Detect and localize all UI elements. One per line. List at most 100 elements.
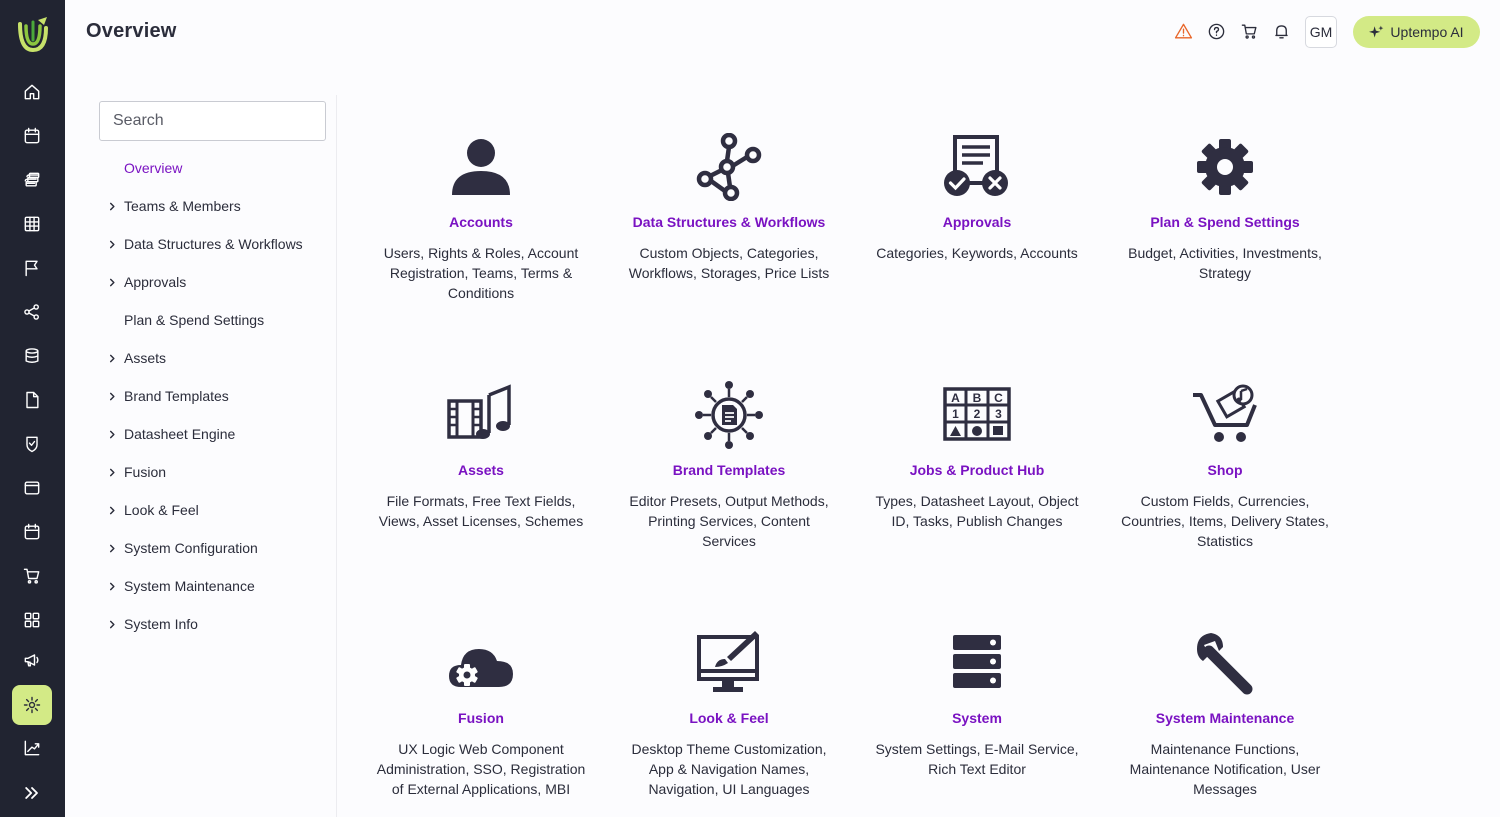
- tile-description: Editor Presets, Output Methods, Printing…: [629, 493, 829, 549]
- chevron-right-icon: [105, 579, 119, 593]
- nav-item-look-feel[interactable]: Look & Feel: [105, 499, 199, 521]
- tile-title: Approvals: [942, 214, 1012, 230]
- tile-title: Jobs & Product Hub: [909, 462, 1045, 478]
- tile-description: Desktop Theme Customization, App & Navig…: [631, 741, 827, 797]
- rail-flag-icon[interactable]: [12, 248, 52, 288]
- nav-item-plan-spend[interactable]: Plan & Spend Settings: [105, 309, 264, 331]
- rail-settings-gear-icon[interactable]: [12, 685, 52, 725]
- grid-label-1: 1: [952, 407, 959, 421]
- approval-document-icon: [941, 131, 1013, 203]
- datasheet-grid-icon: A B C 1 2 3: [941, 379, 1013, 451]
- nav-item-brand-templates[interactable]: Brand Templates: [105, 385, 229, 407]
- chevron-right-icon: [105, 465, 119, 479]
- nav-item-assets[interactable]: Assets: [105, 347, 166, 369]
- tile-jobs-product-hub[interactable]: A B C 1 2 3 Jobs & Product Hub Types, Da…: [862, 379, 1092, 531]
- sparkle-icon: [1369, 25, 1384, 37]
- tile-description: Types, Datasheet Layout, Object ID, Task…: [875, 493, 1079, 529]
- rail-share-nodes-icon[interactable]: [12, 292, 52, 332]
- rail-grid-table-icon[interactable]: [12, 204, 52, 244]
- nav-item-data-structures[interactable]: Data Structures & Workflows: [105, 233, 303, 255]
- tile-data-structures[interactable]: Data Structures & Workflows Custom Objec…: [614, 131, 844, 283]
- shop-cart-icon: [1189, 379, 1261, 451]
- chevron-right-icon: [105, 427, 119, 441]
- search-input[interactable]: [99, 101, 326, 141]
- chevron-right-icon: [105, 389, 119, 403]
- tile-description: File Formats, Free Text Fields, Views, A…: [378, 493, 584, 529]
- nav-item-label: System Info: [124, 616, 198, 632]
- tile-description: Categories, Keywords, Accounts: [876, 245, 1078, 261]
- rail-chart-growth-icon[interactable]: [12, 728, 52, 768]
- tile-title: Data Structures & Workflows: [632, 214, 826, 230]
- film-music-icon: [445, 379, 517, 451]
- nav-item-label: Plan & Spend Settings: [124, 312, 265, 328]
- uptempo-ai-button[interactable]: Uptempo AI: [1353, 16, 1480, 48]
- tile-brand-templates[interactable]: Brand Templates Editor Presets, Output M…: [614, 379, 844, 551]
- tile-title: System: [952, 710, 1002, 726]
- nav-item-approvals[interactable]: Approvals: [105, 271, 186, 293]
- nav-item-system-maintenance[interactable]: System Maintenance: [105, 575, 255, 597]
- tile-title: Look & Feel: [689, 710, 769, 726]
- nav-item-label: Assets: [124, 350, 167, 366]
- tile-look-feel[interactable]: Look & Feel Desktop Theme Customization,…: [614, 627, 844, 799]
- nav-item-overview[interactable]: Overview: [105, 157, 182, 179]
- nav-item-datasheet-engine[interactable]: Datasheet Engine: [105, 423, 235, 445]
- page-title: Overview: [86, 20, 177, 42]
- rail-stack-icon[interactable]: [12, 160, 52, 200]
- tile-title: Plan & Spend Settings: [1150, 214, 1300, 230]
- chevron-right-icon: [105, 503, 119, 517]
- rail-apps-grid-icon[interactable]: [12, 600, 52, 640]
- tile-title: Assets: [458, 462, 504, 478]
- tile-title: Accounts: [449, 214, 513, 230]
- chevron-right-icon: [105, 351, 119, 365]
- rail-calendar-icon[interactable]: [12, 116, 52, 156]
- wrench-icon: [1189, 627, 1261, 699]
- rail-megaphone-icon[interactable]: [12, 640, 52, 680]
- grid-label-a: A: [951, 391, 960, 405]
- bell-icon[interactable]: [1270, 20, 1292, 42]
- tile-fusion[interactable]: Fusion UX Logic Web Component Administra…: [366, 627, 596, 799]
- tile-accounts[interactable]: Accounts Users, Rights & Roles, Account …: [366, 131, 596, 303]
- rail-calendar-alt-icon[interactable]: [12, 512, 52, 552]
- tile-plan-spend-settings[interactable]: Plan & Spend Settings Budget, Activities…: [1110, 131, 1340, 283]
- grid-label-2: 2: [974, 407, 981, 421]
- tile-system[interactable]: System System Settings, E-Mail Service, …: [862, 627, 1092, 779]
- help-icon[interactable]: [1205, 20, 1227, 42]
- uptempo-logo-icon[interactable]: [14, 14, 52, 54]
- gear-icon: [1189, 131, 1261, 203]
- user-avatar[interactable]: GM: [1305, 16, 1337, 48]
- nav-item-label: Teams & Members: [124, 198, 241, 214]
- rail-home-icon[interactable]: [12, 72, 52, 112]
- tile-title: Fusion: [458, 710, 504, 726]
- chevron-right-icon: [105, 617, 119, 631]
- ai-button-label: Uptempo AI: [1390, 24, 1464, 40]
- chevron-right-icon: [105, 199, 119, 213]
- cart-icon[interactable]: [1238, 20, 1260, 42]
- tile-description: Users, Rights & Roles, Account Registrat…: [383, 245, 579, 301]
- tile-system-maintenance[interactable]: System Maintenance Maintenance Functions…: [1110, 627, 1340, 799]
- rail-shield-check-icon[interactable]: [12, 424, 52, 464]
- nav-divider: [336, 95, 337, 817]
- rail-cart-icon[interactable]: [12, 556, 52, 596]
- cloud-gear-icon: [445, 627, 517, 699]
- nav-item-label: Brand Templates: [124, 388, 229, 404]
- nav-item-teams-members[interactable]: Teams & Members: [105, 195, 241, 217]
- rail-expand-chevrons-icon[interactable]: [12, 773, 52, 813]
- nav-item-fusion[interactable]: Fusion: [105, 461, 166, 483]
- workflow-nodes-icon: [693, 131, 765, 203]
- tile-title: Shop: [1207, 462, 1243, 478]
- rail-browser-window-icon[interactable]: [12, 468, 52, 508]
- warning-icon[interactable]: [1172, 20, 1194, 42]
- nav-item-label: Data Structures & Workflows: [124, 236, 303, 252]
- tile-approvals[interactable]: Approvals Categories, Keywords, Accounts: [862, 131, 1092, 263]
- rail-document-icon[interactable]: [12, 380, 52, 420]
- nav-item-label: System Configuration: [124, 540, 258, 556]
- grid-label-b: B: [973, 391, 982, 405]
- tile-description: Custom Objects, Categories, Workflows, S…: [628, 245, 830, 281]
- left-rail: [0, 0, 65, 817]
- nav-item-system-info[interactable]: System Info: [105, 613, 198, 635]
- rail-database-icon[interactable]: [12, 336, 52, 376]
- tile-assets[interactable]: Assets File Formats, Free Text Fields, V…: [366, 379, 596, 531]
- nav-item-system-configuration[interactable]: System Configuration: [105, 537, 258, 559]
- nav-item-label: Approvals: [124, 274, 187, 290]
- tile-shop[interactable]: Shop Custom Fields, Currencies, Countrie…: [1110, 379, 1340, 551]
